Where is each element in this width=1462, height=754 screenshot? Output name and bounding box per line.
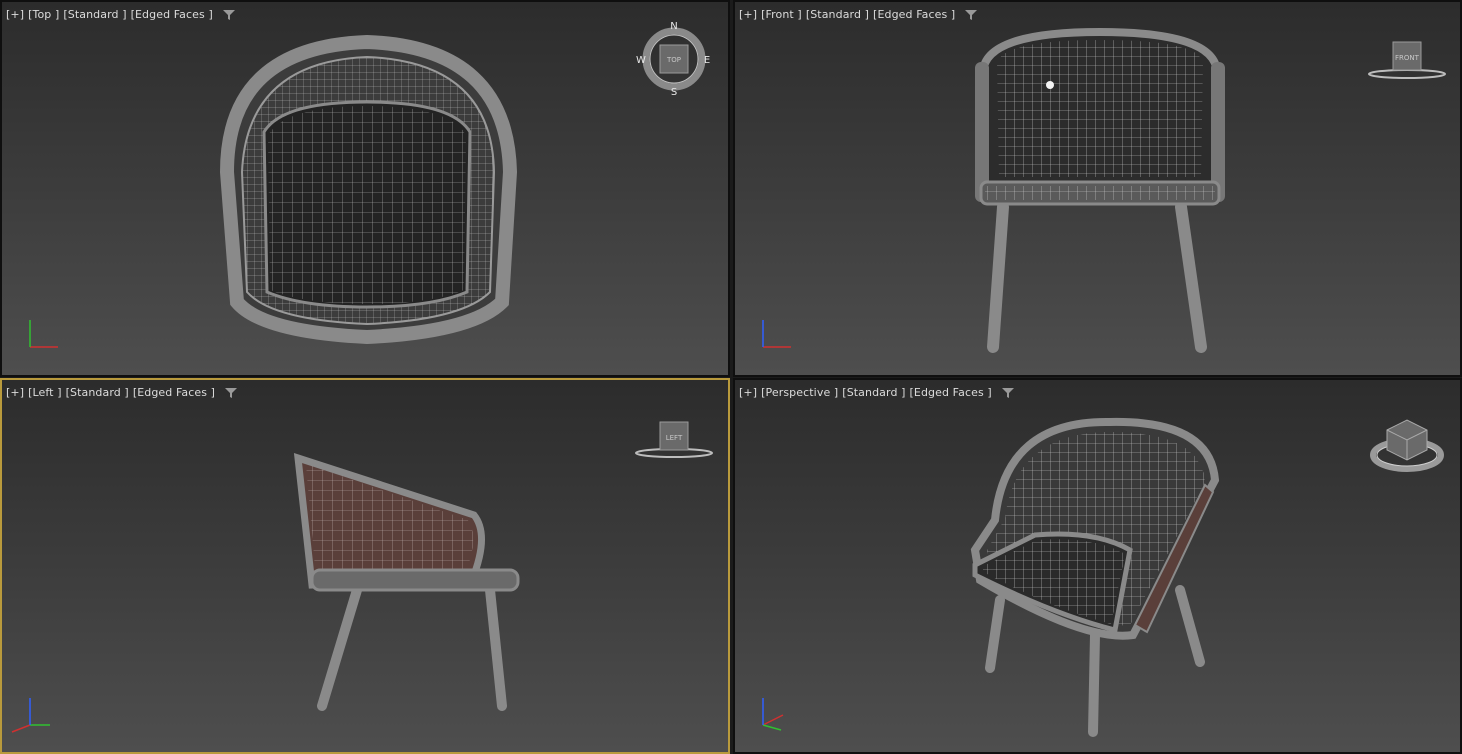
viewport-top[interactable]: [+] [Top ] [Standard ] [Edged Faces ] TO… <box>0 0 730 377</box>
front-view-chair-wireframe <box>975 27 1225 353</box>
viewport-menu-plus[interactable]: [+] <box>6 8 24 21</box>
viewport-label-left: [+] [Left ] [Standard ] [Edged Faces ] <box>6 386 238 399</box>
filter-icon[interactable] <box>965 9 978 21</box>
viewport-perspective[interactable]: [+] [Perspective ] [Standard ] [Edged Fa… <box>733 378 1462 754</box>
viewport-menu-plus[interactable]: [+] <box>6 386 24 399</box>
viewport-edges-menu[interactable]: [Edged Faces ] <box>131 8 213 21</box>
viewport-view-menu[interactable]: [Top ] <box>28 8 59 21</box>
filter-icon[interactable] <box>225 387 238 399</box>
viewport-shading-menu[interactable]: [Standard ] <box>842 386 905 399</box>
viewcube-face-label: FRONT <box>1395 54 1420 62</box>
viewport-view-menu[interactable]: [Perspective ] <box>761 386 838 399</box>
perspective-view-chair-wireframe <box>970 417 1220 737</box>
viewport-shading-menu[interactable]: [Standard ] <box>66 386 129 399</box>
viewport-label-front: [+] [Front ] [Standard ] [Edged Faces ] <box>739 8 978 21</box>
filter-icon[interactable] <box>1001 387 1014 399</box>
viewport-view-menu[interactable]: [Front ] <box>761 8 802 21</box>
viewport-shading-menu[interactable]: [Standard ] <box>806 8 869 21</box>
viewport-label-perspective: [+] [Perspective ] [Standard ] [Edged Fa… <box>739 386 1014 399</box>
viewport-edges-menu[interactable]: [Edged Faces ] <box>133 386 215 399</box>
compass-north: N <box>670 21 677 32</box>
compass-west: W <box>636 55 646 66</box>
viewcube-face-label: TOP <box>666 56 681 64</box>
left-view-chair-wireframe <box>293 453 520 711</box>
viewcube-face-label: LEFT <box>666 434 683 442</box>
viewport-label-top: [+] [Top ] [Standard ] [Edged Faces ] <box>6 8 235 21</box>
viewport-front[interactable]: [+] [Front ] [Standard ] [Edged Faces ] … <box>733 0 1462 377</box>
compass-south: S <box>671 87 677 98</box>
viewport-view-menu[interactable]: [Left ] <box>28 386 61 399</box>
top-view-chair-wireframe <box>219 34 518 345</box>
viewport-edges-menu[interactable]: [Edged Faces ] <box>910 386 992 399</box>
viewport-shading-menu[interactable]: [Standard ] <box>63 8 126 21</box>
compass-east: E <box>704 55 710 66</box>
filter-icon[interactable] <box>222 9 235 21</box>
viewport-menu-plus[interactable]: [+] <box>739 386 757 399</box>
viewport-left[interactable]: [+] [Left ] [Standard ] [Edged Faces ] L… <box>0 378 730 754</box>
viewport-edges-menu[interactable]: [Edged Faces ] <box>873 8 955 21</box>
viewport-menu-plus[interactable]: [+] <box>739 8 757 21</box>
